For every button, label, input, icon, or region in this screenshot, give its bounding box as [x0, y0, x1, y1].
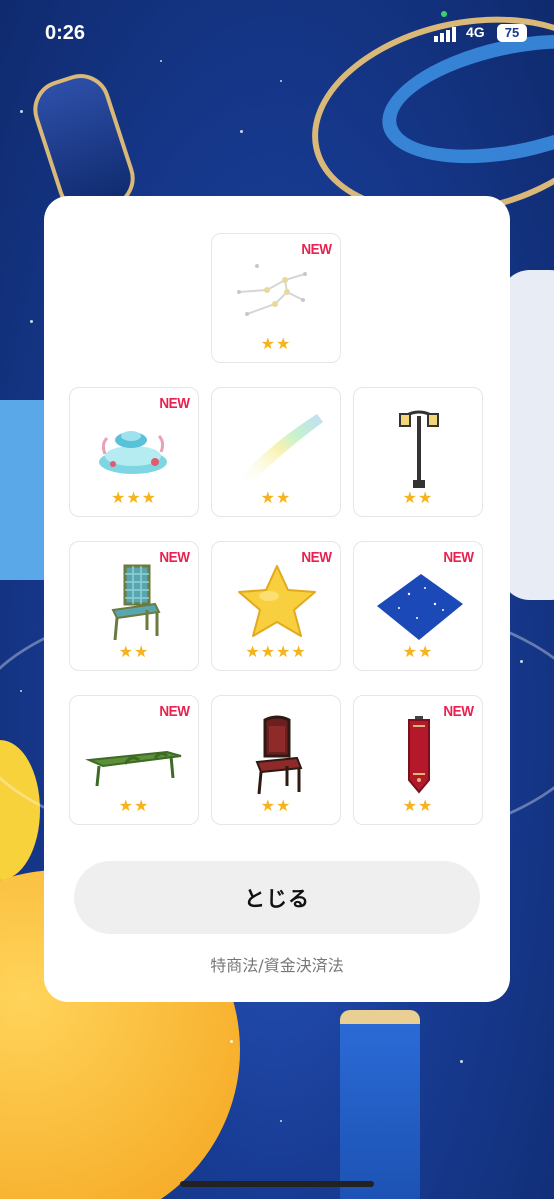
reward-dialog: NEW ★★ NEW ★★★ ★★ ★★ NEW ★★ NEW ★★★★ NEW…: [44, 196, 510, 1002]
rainbow-light-icon: [237, 414, 323, 486]
rarity-stars: ★★: [118, 642, 150, 661]
rarity-stars: ★★: [402, 488, 434, 507]
item-card-checkered-chair[interactable]: NEW ★★: [69, 541, 199, 671]
item-card-star-cushion[interactable]: NEW ★★★★: [211, 541, 341, 671]
rarity-stars: ★★: [260, 334, 292, 353]
rarity-stars: ★★★★: [245, 642, 307, 661]
checkered-chair-icon: [111, 564, 161, 641]
home-indicator[interactable]: [180, 1181, 374, 1187]
constellation-icon: [237, 264, 307, 316]
close-button[interactable]: とじる: [74, 861, 480, 934]
item-card-starry-rug[interactable]: NEW ★★: [353, 541, 483, 671]
rarity-stars: ★★: [402, 642, 434, 661]
star-cushion-icon: [238, 565, 316, 637]
rarity-stars: ★★★: [110, 488, 158, 507]
red-chair-icon: [255, 715, 303, 795]
red-banner-icon: [408, 716, 430, 794]
rarity-stars: ★★: [260, 488, 292, 507]
item-card-constellation[interactable]: NEW ★★: [211, 233, 341, 363]
coral-fountain-icon: [99, 431, 167, 474]
status-bar: 0:26 4G 75: [0, 0, 554, 68]
street-lamp-icon: [399, 410, 439, 488]
legal-link[interactable]: 特商法/資金決済法: [44, 952, 510, 976]
status-time: 0:26: [45, 22, 86, 44]
item-card-coral-fountain[interactable]: NEW ★★★: [69, 387, 199, 517]
item-card-street-lamp[interactable]: ★★: [353, 387, 483, 517]
signal-icon: [434, 27, 456, 42]
green-bench-icon: [85, 750, 182, 787]
rarity-stars: ★★: [118, 796, 150, 815]
item-card-red-banner[interactable]: NEW ★★: [353, 695, 483, 825]
battery-icon: 75: [497, 24, 527, 42]
network-label: 4G: [466, 24, 485, 40]
column-graphic-right: [340, 1010, 420, 1199]
item-card-rainbow-light[interactable]: ★★: [211, 387, 341, 517]
item-card-red-chair[interactable]: ★★: [211, 695, 341, 825]
privacy-indicator: [441, 11, 447, 17]
starry-rug-icon: [377, 574, 463, 640]
rarity-stars: ★★: [402, 796, 434, 815]
rarity-stars: ★★: [260, 796, 292, 815]
item-card-green-bench[interactable]: NEW ★★: [69, 695, 199, 825]
